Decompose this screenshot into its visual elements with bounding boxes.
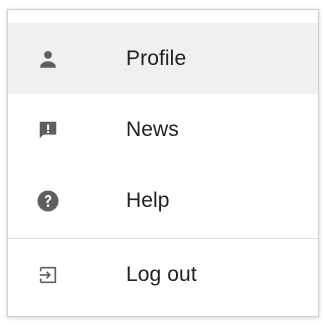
menu-item-logout[interactable]: Log out	[8, 239, 318, 310]
menu-item-label: Profile	[126, 46, 187, 70]
menu-item-label: Log out	[126, 262, 197, 286]
logout-icon	[36, 263, 60, 287]
person-icon	[36, 47, 60, 71]
menu-item-label: Help	[126, 188, 170, 212]
menu-item-news[interactable]: News	[8, 94, 318, 165]
dropdown-menu: Profile News Help Log out	[7, 9, 319, 317]
help-icon	[36, 189, 60, 213]
menu-item-profile[interactable]: Profile	[8, 23, 318, 94]
feedback-icon	[36, 118, 60, 142]
menu-item-label: News	[126, 117, 179, 141]
menu-main-group: Profile News Help	[8, 23, 318, 236]
menu-item-help[interactable]: Help	[8, 165, 318, 236]
